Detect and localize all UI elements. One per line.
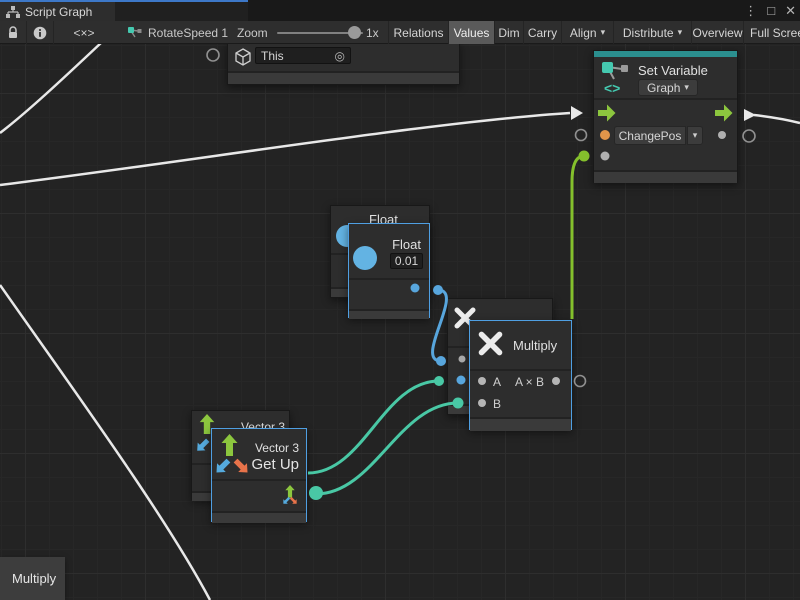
multiply-port-b[interactable] — [478, 399, 486, 407]
this-output-port[interactable] — [207, 49, 219, 61]
caret-down-icon: ▾ — [601, 27, 606, 38]
wire-cap[interactable] — [436, 356, 446, 366]
set-variable-right-port[interactable] — [743, 130, 755, 142]
output-value-port[interactable] — [718, 131, 726, 139]
code-view-button[interactable]: <×> — [53, 21, 114, 44]
multiply-result-outer-port[interactable] — [575, 376, 586, 387]
distribute-label: Distribute — [623, 26, 674, 40]
tab-title: Script Graph — [25, 5, 92, 19]
wire-control-out[interactable] — [754, 115, 800, 123]
input-value-port[interactable] — [601, 152, 610, 161]
tab-focus-accent — [0, 0, 248, 2]
wire-white-diagonal[interactable] — [0, 285, 210, 600]
values-button[interactable]: Values — [448, 21, 494, 44]
info-button[interactable] — [26, 21, 53, 44]
control-output-arrow-icon[interactable] — [715, 105, 733, 122]
graph-asset-icon — [127, 26, 142, 40]
variable-port[interactable] — [600, 130, 610, 140]
zoom-label: Zoom — [237, 21, 268, 44]
tab-bar: Script Graph ⋮ □ ✕ — [0, 0, 800, 21]
control-out-arrowhead-icon[interactable] — [744, 109, 756, 121]
dim-label: Dim — [498, 26, 519, 40]
script-graph-window: This ◎ <> Set Variable Graph ▾ — [0, 0, 800, 600]
code-icon: <×> — [73, 26, 94, 40]
multiply-port-result[interactable] — [552, 377, 560, 385]
set-variable-left-port[interactable] — [576, 130, 587, 141]
multiply-behind-port-b[interactable] — [457, 376, 466, 385]
wire-control-in[interactable] — [0, 113, 570, 185]
carry-button[interactable]: Carry — [523, 21, 561, 44]
wire-lime-to-set-variable[interactable] — [572, 156, 584, 319]
align-button[interactable]: Align ▾ — [561, 21, 613, 44]
relations-label: Relations — [393, 26, 443, 40]
wire-cap[interactable] — [579, 151, 590, 162]
close-icon[interactable]: ✕ — [785, 3, 796, 19]
distribute-button[interactable]: Distribute ▾ — [613, 21, 691, 44]
overview-label: Overview — [692, 26, 742, 40]
control-input-arrow-icon[interactable] — [598, 105, 616, 122]
wire-teal-b[interactable] — [316, 403, 458, 494]
tab-strip-extension — [115, 2, 248, 21]
graph-toolbar: <×> RotateSpeed 1 Zoom 1x Relations Valu… — [0, 21, 800, 44]
wire-blue-float-to-multiply[interactable] — [433, 290, 447, 361]
wire-cap[interactable] — [434, 376, 444, 386]
zoom-slider-handle[interactable] — [348, 26, 361, 39]
wire-cap[interactable] — [433, 285, 443, 295]
fullscreen-label: Full Screen — [750, 26, 800, 40]
float-output-port[interactable] — [411, 284, 420, 293]
caret-down-icon: ▾ — [678, 27, 683, 38]
kebab-menu-icon[interactable]: ⋮ — [744, 3, 757, 19]
align-label: Align — [570, 26, 597, 40]
zoom-value: 1x — [366, 21, 379, 44]
lock-icon — [7, 26, 19, 40]
dim-button[interactable]: Dim — [494, 21, 523, 44]
graph-hierarchy-icon — [6, 6, 20, 18]
graph-canvas[interactable]: This ◎ <> Set Variable Graph ▾ — [0, 0, 800, 600]
info-icon — [33, 26, 47, 40]
tab-script-graph[interactable]: Script Graph — [0, 2, 115, 21]
graph-name: RotateSpeed 1 — [148, 26, 228, 40]
maximize-icon[interactable]: □ — [767, 3, 775, 18]
graph-breadcrumb[interactable]: RotateSpeed 1 — [127, 21, 228, 44]
carry-label: Carry — [528, 26, 557, 40]
overview-button[interactable]: Overview — [691, 21, 743, 44]
get-up-output-port[interactable] — [309, 486, 323, 500]
multiply-port-a[interactable] — [478, 377, 486, 385]
values-label: Values — [454, 26, 490, 40]
wire-teal-a[interactable] — [308, 381, 439, 473]
relations-button[interactable]: Relations — [388, 21, 448, 44]
wire-white-top-left[interactable] — [0, 42, 102, 133]
control-in-arrowhead-icon[interactable] — [571, 106, 583, 120]
wire-cap[interactable] — [453, 398, 464, 409]
multiply-behind-port-a[interactable] — [459, 356, 466, 363]
fullscreen-button[interactable]: Full Screen — [743, 21, 800, 44]
lock-button[interactable] — [0, 21, 26, 44]
